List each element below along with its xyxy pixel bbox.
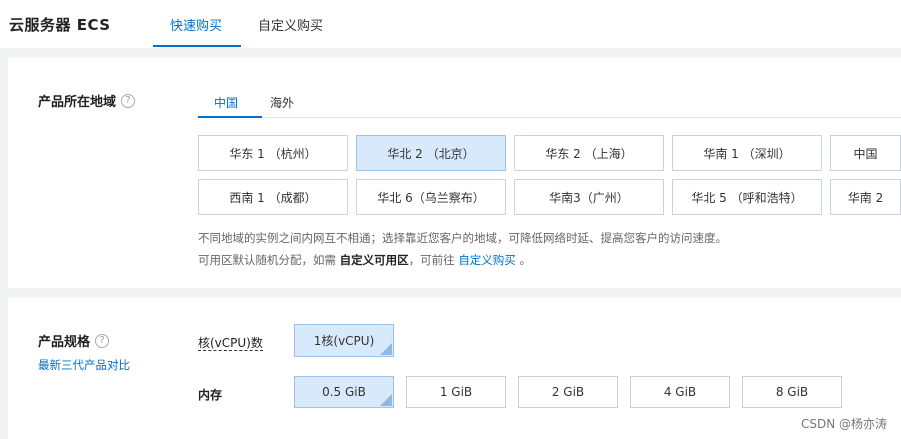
region-option-label: 华东 1 （杭州） bbox=[229, 146, 317, 161]
zone-note-mid: ，可前往 bbox=[408, 253, 459, 267]
memory-option[interactable]: 8 GiB bbox=[742, 376, 842, 408]
page-title: 云服务器 ECS bbox=[9, 16, 111, 34]
region-option-label: 华东 2 （上海） bbox=[545, 146, 633, 161]
spec-section-label: 产品规格 ? bbox=[38, 331, 110, 350]
subtab-divider bbox=[198, 117, 901, 118]
region-option-label: 华北 2 （北京） bbox=[387, 146, 475, 161]
spec-panel: 产品规格 ? 最新三代产品对比 核(vCPU)数 1核(vCPU) 内存 0.5… bbox=[8, 298, 901, 439]
region-option[interactable]: 华东 2 （上海） bbox=[514, 135, 664, 171]
subtab-overseas[interactable]: 海外 bbox=[270, 94, 294, 111]
region-option-label: 华南 1 （深圳） bbox=[703, 146, 791, 161]
selected-check-icon bbox=[380, 394, 392, 406]
top-header: 云服务器 ECS 快速购买 自定义购买 bbox=[0, 0, 901, 48]
region-panel: 产品所在地域 ? 中国 海外 华东 1 （杭州） 华北 2 （北京） 华东 2 … bbox=[8, 58, 901, 288]
memory-option-label: 2 GiB bbox=[551, 385, 585, 399]
region-option-label: 中国 bbox=[853, 146, 878, 161]
memory-option-label: 1 GiB bbox=[439, 385, 473, 399]
region-label-text: 产品所在地域 bbox=[38, 95, 117, 110]
region-option[interactable]: 华南3（广州） bbox=[514, 179, 664, 215]
vcpu-label: 核(vCPU)数 bbox=[198, 334, 263, 351]
question-circle-icon[interactable]: ? bbox=[121, 93, 136, 108]
vcpu-option-selected[interactable]: 1核(vCPU) bbox=[294, 324, 394, 357]
region-option[interactable]: 华南 1 （深圳） bbox=[672, 135, 822, 171]
zone-note-prefix: 可用区默认随机分配，如需 bbox=[198, 253, 340, 267]
tab-custom-buy[interactable]: 自定义购买 bbox=[258, 15, 323, 34]
region-option-label: 华北 5 （呼和浩特） bbox=[691, 190, 803, 205]
zone-note-bold: 自定义可用区 bbox=[339, 253, 409, 267]
memory-option[interactable]: 1 GiB bbox=[406, 376, 506, 408]
spec-label-text: 产品规格 bbox=[38, 335, 91, 350]
memory-option-label: 8 GiB bbox=[775, 385, 809, 399]
active-tab-indicator bbox=[153, 45, 241, 47]
tab-quick-buy[interactable]: 快速购买 bbox=[170, 15, 222, 34]
region-note: 不同地域的实例之间内网互不相通；选择靠近您客户的地域，可降低网络时延、提高您客户… bbox=[198, 231, 727, 245]
region-option[interactable]: 华东 1 （杭州） bbox=[198, 135, 348, 171]
region-option[interactable]: 华北 5 （呼和浩特） bbox=[672, 179, 822, 215]
custom-buy-link[interactable]: 自定义购买 bbox=[458, 253, 516, 267]
region-option-selected[interactable]: 华北 2 （北京） bbox=[356, 135, 506, 171]
subtab-china[interactable]: 中国 bbox=[214, 94, 238, 111]
region-option[interactable]: 西南 1 （成都） bbox=[198, 179, 348, 215]
memory-option-label: 0.5 GiB bbox=[322, 385, 366, 399]
compare-link[interactable]: 最新三代产品对比 bbox=[38, 357, 130, 373]
vcpu-option-label: 1核(vCPU) bbox=[313, 334, 375, 348]
region-option-label: 华南3（广州） bbox=[549, 190, 629, 205]
region-option[interactable]: 华北 6（乌兰察布） bbox=[356, 179, 506, 215]
zone-note-suffix: 。 bbox=[515, 253, 531, 267]
selected-check-icon bbox=[380, 343, 392, 355]
region-option-label: 华北 6（乌兰察布） bbox=[377, 190, 485, 205]
watermark: CSDN @杨亦涛 bbox=[800, 417, 887, 431]
question-circle-icon[interactable]: ? bbox=[95, 333, 110, 348]
region-section-label: 产品所在地域 ? bbox=[38, 91, 136, 110]
region-option[interactable]: 华南 2 bbox=[830, 179, 901, 215]
memory-label: 内存 bbox=[198, 388, 223, 402]
zone-note: 可用区默认随机分配，如需 自定义可用区，可前往 自定义购买 。 bbox=[198, 252, 531, 268]
memory-option-label: 4 GiB bbox=[663, 385, 697, 399]
region-option-label: 华南 2 bbox=[847, 190, 884, 205]
active-subtab-indicator bbox=[198, 116, 262, 118]
memory-option[interactable]: 2 GiB bbox=[518, 376, 618, 408]
memory-option-selected[interactable]: 0.5 GiB bbox=[294, 376, 394, 408]
memory-option[interactable]: 4 GiB bbox=[630, 376, 730, 408]
vcpu-label-text: 核(vCPU)数 bbox=[198, 336, 263, 351]
region-option[interactable]: 中国 bbox=[830, 135, 901, 171]
region-option-label: 西南 1 （成都） bbox=[229, 190, 317, 205]
